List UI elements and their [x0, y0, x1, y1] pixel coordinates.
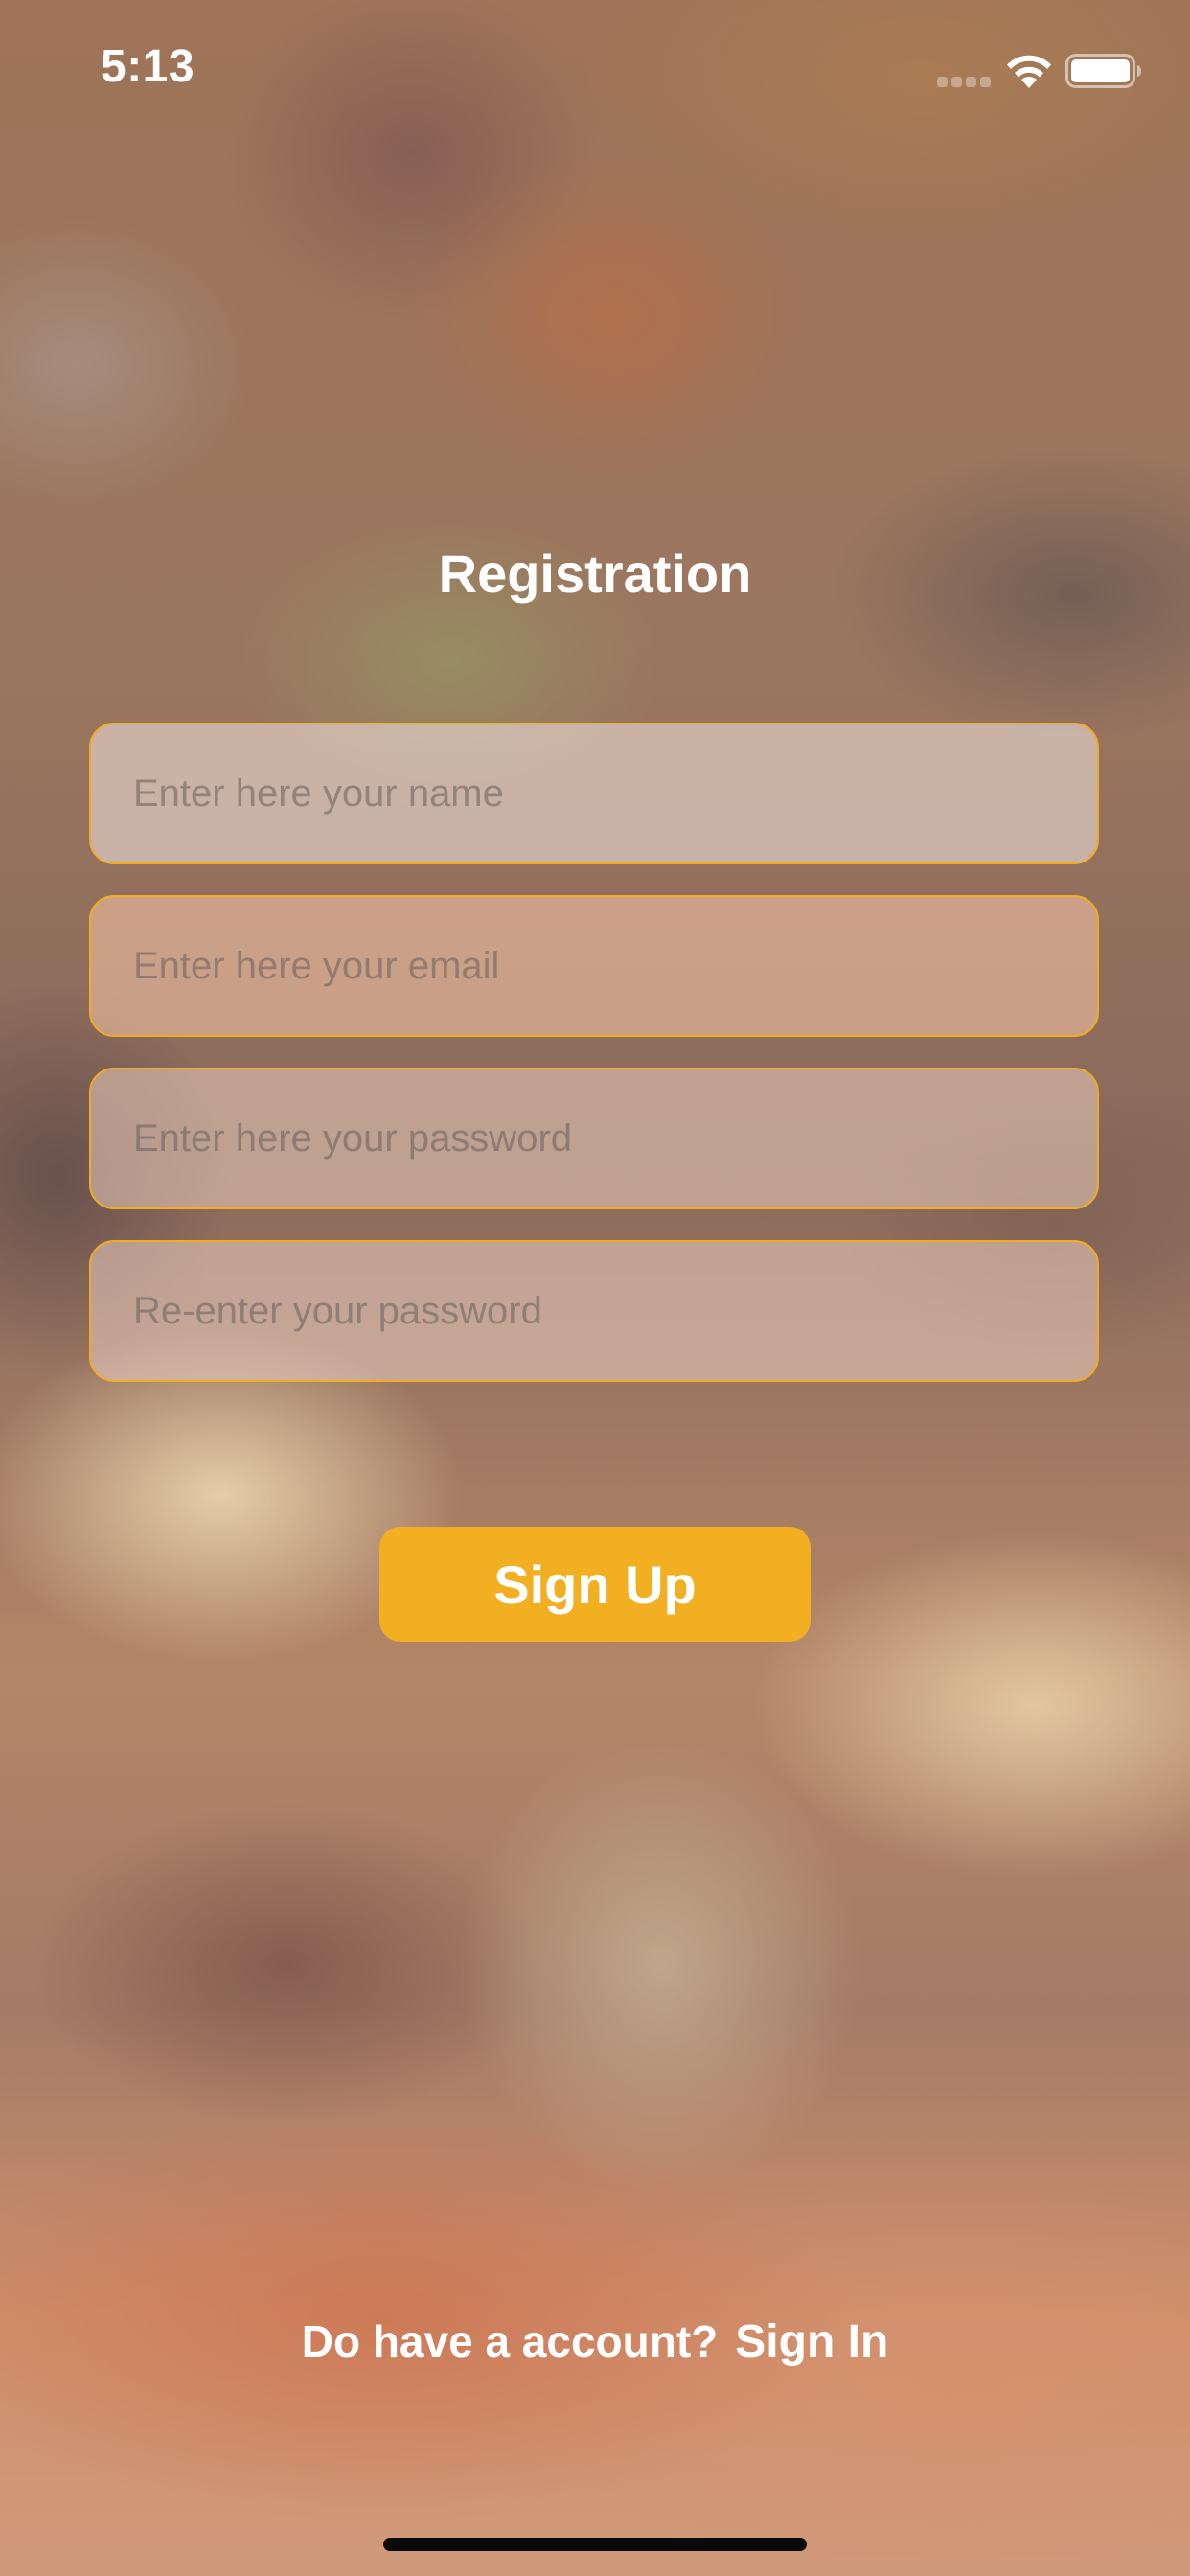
name-input[interactable] [89, 723, 1099, 864]
home-indicator[interactable] [383, 2538, 807, 2551]
confirm-password-input[interactable] [89, 1240, 1099, 1382]
account-prompt-text: Do have a account? [301, 2316, 719, 2366]
cellular-signal-icon [937, 77, 993, 88]
password-input[interactable] [89, 1068, 1099, 1209]
page-title: Registration [438, 543, 752, 604]
status-time: 5:13 [101, 41, 195, 92]
sign-in-link[interactable]: Sign In [735, 2316, 888, 2367]
email-input[interactable] [89, 895, 1099, 1037]
status-bar: 5:13 [0, 0, 1190, 144]
sign-up-button[interactable]: Sign Up [379, 1527, 811, 1642]
footer-signin-prompt: Do have a account? Sign In [0, 2315, 1190, 2368]
battery-icon [1065, 54, 1141, 88]
wifi-icon [1007, 55, 1051, 88]
